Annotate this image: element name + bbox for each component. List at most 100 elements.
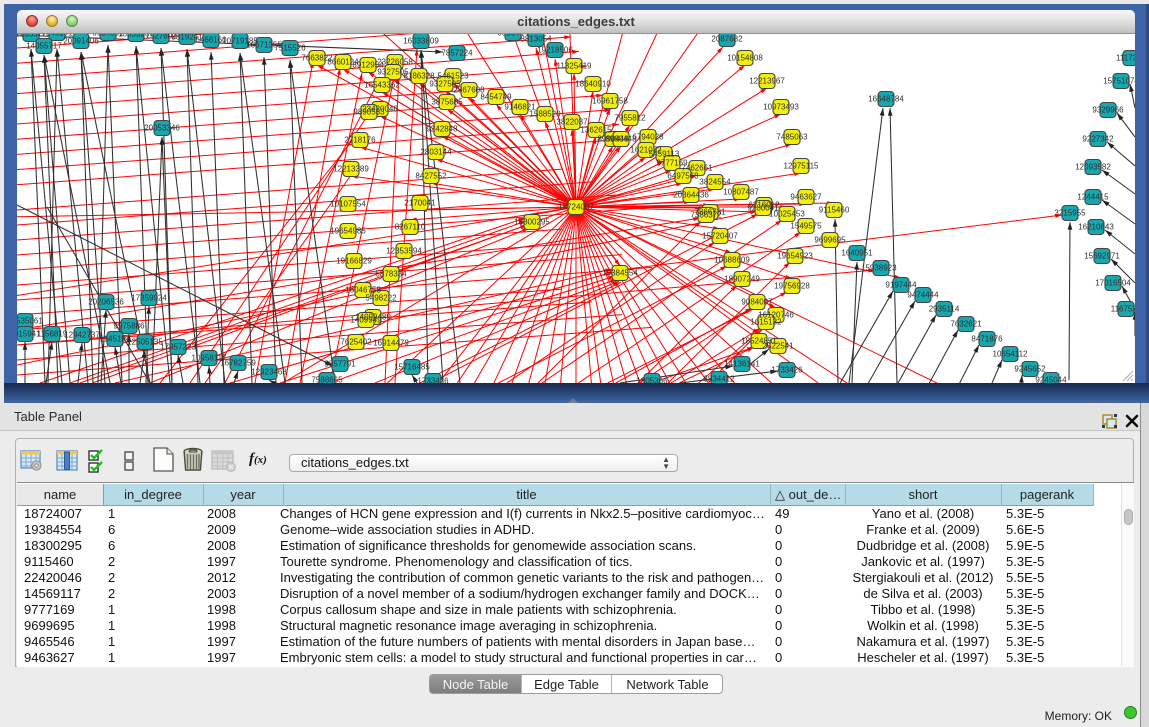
svg-text:3824554: 3824554 [699,178,731,187]
svg-text:18907249: 18907249 [724,275,760,284]
svg-text:9857791: 9857791 [324,360,356,369]
svg-text:10154808: 10154808 [727,54,763,63]
svg-text:20206536: 20206536 [88,298,124,307]
svg-text:8834412: 8834412 [703,375,735,384]
svg-text:12213967: 12213967 [749,77,785,86]
svg-text:16543362: 16543362 [364,81,400,90]
svg-text:7588665: 7588665 [311,376,343,384]
svg-text:2718176: 2718176 [344,136,376,145]
svg-text:1244415: 1244415 [1077,193,1109,202]
svg-text:17957223: 17957223 [160,343,196,352]
svg-text:14055717: 14055717 [26,42,62,51]
svg-text:9474444: 9474444 [907,291,939,300]
svg-text:15716485: 15716485 [394,363,430,372]
svg-text:7857224: 7857224 [441,49,473,58]
svg-text:3215955: 3215955 [1054,209,1086,218]
svg-text:15692971: 15692971 [1084,252,1120,261]
svg-text:10654112: 10654112 [993,350,1029,359]
svg-text:18300295: 18300295 [514,218,550,227]
svg-text:1615132: 1615132 [750,318,782,327]
svg-text:8427552: 8427552 [415,172,447,181]
svg-text:7485063: 7485063 [776,133,808,142]
svg-text:26535061: 26535061 [17,317,43,326]
svg-text:5498222: 5498222 [365,294,397,303]
svg-text:16961758: 16961758 [592,97,628,106]
svg-text:10973493: 10973493 [763,103,799,112]
svg-text:20091406: 20091406 [63,37,99,46]
svg-text:1362615: 1362615 [580,126,612,135]
svg-text:6497568: 6497568 [667,172,699,181]
svg-text:12353594: 12353594 [386,247,422,256]
svg-text:11325419: 11325419 [557,62,593,71]
svg-text:9227342: 9227342 [1082,135,1114,144]
svg-text:1733426: 1733426 [771,366,803,375]
svg-text:2935114: 2935114 [929,305,960,314]
svg-text:15751074: 15751074 [1103,77,1135,86]
svg-text:2170041: 2170041 [404,199,436,208]
svg-text:12975115: 12975115 [784,162,820,171]
svg-text:9463627: 9463627 [790,193,822,202]
svg-text:10807487: 10807487 [723,188,759,197]
svg-text:9197444: 9197444 [885,281,917,290]
svg-text:8267110: 8267110 [395,223,426,232]
svg-text:8990444: 8990444 [497,33,529,38]
svg-text:16210643: 16210643 [1078,223,1114,232]
svg-text:12213389: 12213389 [333,165,369,174]
svg-text:8454749: 8454749 [480,93,512,102]
svg-text:20053346: 20053346 [144,124,180,133]
svg-text:17359924: 17359924 [131,294,167,303]
svg-text:16782759: 16782759 [220,359,256,368]
svg-text:5878334: 5878334 [375,270,407,279]
svg-text:1805366: 1805366 [636,377,668,384]
svg-text:1145194: 1145194 [100,335,131,344]
svg-text:1167534: 1167534 [1111,305,1135,314]
svg-text:20364436: 20364436 [673,191,709,200]
svg-text:23226058: 23226058 [377,58,413,67]
svg-text:7955812: 7955812 [614,114,646,123]
svg-text:9084067: 9084067 [741,298,773,307]
svg-text:2522541: 2522541 [762,342,794,351]
svg-text:19654923: 19654923 [777,252,813,261]
svg-text:9699695: 9699695 [814,236,846,245]
svg-text:18640910: 18640910 [575,80,611,89]
svg-text:16033809: 16033809 [403,37,439,46]
svg-text:19218506: 19218506 [537,46,573,55]
svg-text:9890533: 9890533 [353,108,385,117]
svg-text:7515526: 7515526 [274,44,306,53]
svg-text:16914479: 16914479 [373,339,409,348]
svg-text:5938923: 5938923 [865,264,897,273]
svg-text:15720407: 15720407 [702,232,738,241]
svg-text:9115460: 9115460 [819,206,850,215]
svg-text:1640951: 1640951 [841,249,873,258]
svg-text:19384554: 19384554 [602,269,638,278]
svg-text:7625402: 7625402 [340,338,372,347]
svg-text:1733426: 1733426 [417,377,449,384]
svg-text:6794028: 6794028 [632,133,664,142]
svg-text:9329966: 9329966 [1092,106,1124,115]
svg-text:16648784: 16648784 [868,95,904,104]
svg-text:12923468: 12923468 [251,368,287,377]
svg-text:1409949: 1409949 [350,316,382,325]
svg-text:9975886: 9975886 [113,322,145,331]
svg-text:7386372: 7386372 [690,211,722,220]
svg-text:8471876: 8471876 [971,335,1003,344]
svg-text:9245044: 9245044 [1035,376,1067,384]
svg-text:5459113: 5459113 [649,150,680,159]
svg-text:10025453: 10025453 [769,210,805,219]
svg-text:18724007: 18724007 [558,203,594,212]
svg-text:10688609: 10688609 [714,256,750,265]
svg-text:9245652: 9245652 [1014,365,1046,374]
svg-text:12093582: 12093582 [1075,163,1111,172]
svg-text:1117345: 1117345 [1116,54,1135,63]
svg-text:19166829: 19166829 [336,257,372,266]
svg-text:3875685: 3875685 [431,98,463,107]
svg-text:2803144: 2803144 [420,148,452,157]
svg-text:7632621: 7632621 [950,320,982,329]
svg-text:19654985: 19654985 [330,227,366,236]
svg-text:9242848: 9242848 [426,125,458,134]
svg-text:1549575: 1549575 [790,222,822,231]
svg-text:2087682: 2087682 [711,35,743,44]
svg-text:12505135: 12505135 [127,338,163,347]
svg-text:1156819: 1156819 [37,330,68,339]
svg-text:19756928: 19756928 [774,282,810,291]
